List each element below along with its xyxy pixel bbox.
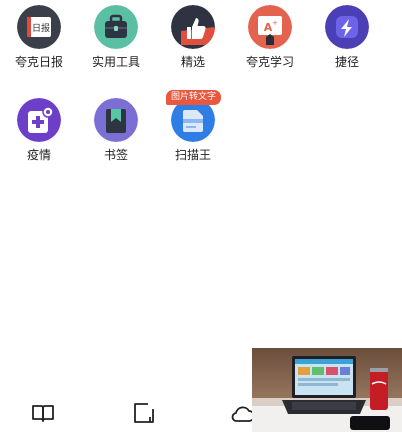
app-epidemic[interactable]: 疫情 xyxy=(1,98,77,163)
app-label: 实用工具 xyxy=(91,55,140,69)
app-featured[interactable]: 精选 xyxy=(155,5,231,70)
learning-board-icon: A + xyxy=(248,5,292,49)
app-label: 精选 xyxy=(180,55,205,69)
lightning-icon xyxy=(325,5,369,49)
app-kuake-daily[interactable]: 日报 夸克日报 xyxy=(1,5,77,70)
app-label: 夸克学习 xyxy=(245,55,294,69)
daily-newspaper-icon: 日报 xyxy=(17,5,61,49)
scanner-badge: 图片转文字 xyxy=(166,90,222,105)
app-label: 扫描王 xyxy=(174,148,211,162)
app-shortcut[interactable]: 捷径 xyxy=(309,5,385,70)
thumbs-up-icon xyxy=(171,5,215,49)
app-label: 疫情 xyxy=(26,148,51,162)
toolbox-icon xyxy=(94,5,138,49)
app-bookmark[interactable]: 书签 xyxy=(78,98,154,163)
app-label: 夸克日报 xyxy=(14,55,63,69)
tab-square-icon[interactable] xyxy=(131,400,157,426)
app-scanner[interactable]: 扫描王 xyxy=(155,98,231,163)
promo-image[interactable] xyxy=(252,348,402,432)
app-kuake-learn[interactable]: A + 夸克学习 xyxy=(232,5,308,70)
daily-icon-text: 日报 xyxy=(32,22,50,34)
app-label: 捷径 xyxy=(334,55,359,69)
svg-text:+: + xyxy=(272,19,278,27)
app-label: 书签 xyxy=(103,148,128,162)
medical-kit-icon xyxy=(17,98,61,142)
book-icon[interactable] xyxy=(30,400,56,426)
app-tools[interactable]: 实用工具 xyxy=(78,5,154,70)
bookmark-icon xyxy=(94,98,138,142)
